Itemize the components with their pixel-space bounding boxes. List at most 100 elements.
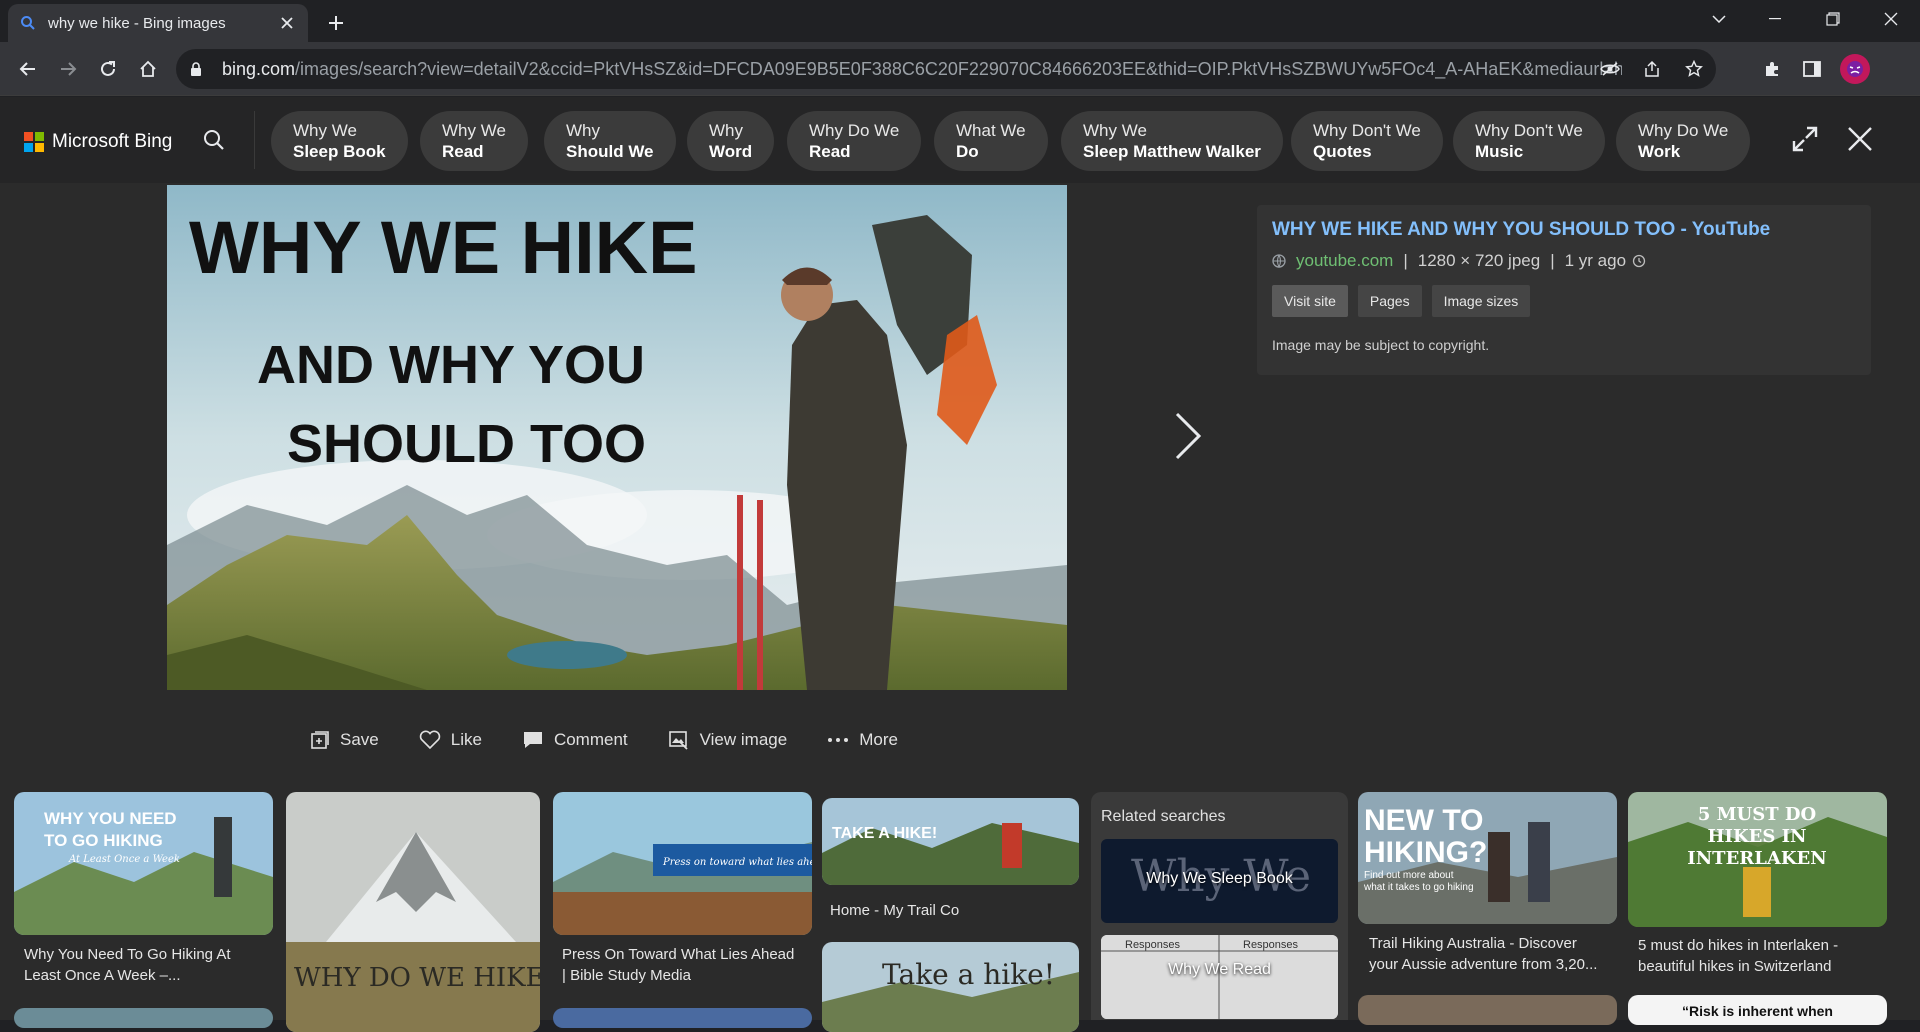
history-clock-icon <box>1632 254 1646 268</box>
browser-toolbar: bing.com/images/search?view=detailV2&cci… <box>0 42 1920 96</box>
divider <box>254 111 255 169</box>
related-tile-why-we-read[interactable]: Responses Responses Why We Read <box>1101 935 1338 1019</box>
restore-window-icon[interactable] <box>1810 0 1856 38</box>
thumbnail-take-a-hike-2[interactable]: Take a hike! <box>822 942 1079 1032</box>
minimize-window-icon[interactable] <box>1752 0 1798 38</box>
t4-image-text: TAKE A HIKE! <box>832 825 937 842</box>
save-button[interactable]: Save <box>310 730 379 750</box>
visit-site-button[interactable]: Visit site <box>1272 285 1348 317</box>
thumbnail-partial-3[interactable] <box>1358 995 1617 1025</box>
next-image-chevron-icon[interactable] <box>1168 408 1208 464</box>
forward-arrow-icon[interactable] <box>54 55 82 83</box>
close-window-icon[interactable] <box>1868 0 1914 38</box>
pages-button[interactable]: Pages <box>1357 285 1422 317</box>
address-bar[interactable]: bing.com/images/search?view=detailV2&cci… <box>176 49 1716 89</box>
t8-image-text: “Risk is inherent when <box>1682 1003 1833 1019</box>
t7-image-text-3: INTERLAKEN <box>1687 848 1826 869</box>
share-icon[interactable] <box>1640 57 1664 81</box>
t7-image-text-2: HIKES IN <box>1708 826 1807 847</box>
side-panel-icon[interactable] <box>1798 55 1826 83</box>
browser-tab-active[interactable]: why we hike - Bing images <box>8 4 308 42</box>
related-tile-why-we-sleep-book[interactable]: Why We Why We Sleep Book <box>1101 839 1338 923</box>
related-chip-5[interactable]: Why Do We Read <box>787 111 922 171</box>
browser-tab-bar: why we hike - Bing images <box>0 0 1920 42</box>
t3-image-text: Press on toward what lies ahead! <box>662 857 812 868</box>
main-image[interactable]: WHY WE HIKE AND WHY YOU SHOULD TOO <box>167 185 1067 690</box>
expand-icon[interactable] <box>1787 121 1823 157</box>
brand-name: Microsoft Bing <box>52 131 173 152</box>
related-chip-4[interactable]: Why Word <box>687 111 775 171</box>
thumbnail-why-you-need-to-go-hiking[interactable]: WHY YOU NEED TO GO HIKING At Least Once … <box>14 792 273 935</box>
related-chip-6[interactable]: What We Do <box>934 111 1048 171</box>
extensions-puzzle-icon[interactable] <box>1758 55 1786 83</box>
related-chip-10[interactable]: Why Do We Work <box>1616 111 1751 171</box>
image-info-panel: WHY WE HIKE AND WHY YOU SHOULD TOO - You… <box>1257 205 1871 375</box>
like-button[interactable]: Like <box>419 730 482 750</box>
thumbnail-caption-3[interactable]: Press On Toward What Lies Ahead | Bible S… <box>562 944 794 986</box>
related-chip-8[interactable]: Why Don't We Quotes <box>1291 111 1443 171</box>
home-icon[interactable] <box>134 55 162 83</box>
thumbnail-caption-4[interactable]: Home - My Trail Co <box>830 900 959 921</box>
image-title-link[interactable]: WHY WE HIKE AND WHY YOU SHOULD TOO - You… <box>1272 219 1856 241</box>
related-chip-7[interactable]: Why We Sleep Matthew Walker <box>1061 111 1283 171</box>
search-icon[interactable] <box>196 122 232 158</box>
thumbnail-caption-7[interactable]: 5 must do hikes in Interlaken - beautiful… <box>1638 935 1838 977</box>
image-meta: youtube.com | 1280 × 720 jpeg | 1 yr ago <box>1272 251 1856 271</box>
back-arrow-icon[interactable] <box>14 55 42 83</box>
url-text[interactable]: bing.com/images/search?view=detailV2&cci… <box>222 59 1622 80</box>
related-chip-3[interactable]: Why Should We <box>544 111 676 171</box>
thumbnail-press-on-toward[interactable]: Press on toward what lies ahead! <box>553 792 812 935</box>
source-domain-link[interactable]: youtube.com <box>1296 251 1393 271</box>
thumbnail-new-to-hiking[interactable]: NEW TO HIKING? Find out more about what … <box>1358 792 1617 924</box>
main-image-headline-1: WHY WE HIKE <box>189 206 697 289</box>
thumbnail-take-a-hike[interactable]: TAKE A HIKE! <box>822 798 1079 885</box>
thumbnail-caption-1[interactable]: Why You Need To Go Hiking At Least Once A… <box>24 944 231 986</box>
globe-icon <box>1272 254 1286 268</box>
image-action-bar: Save Like Comment View image More <box>310 730 898 750</box>
related-searches-panel: Related searches Why We Why We Sleep Boo… <box>1091 792 1348 1020</box>
image-sizes-button[interactable]: Image sizes <box>1431 285 1531 317</box>
thumbnail-interlaken[interactable]: 5 MUST DO HIKES IN INTERLAKEN <box>1628 792 1887 927</box>
comment-icon <box>523 732 542 748</box>
close-icon[interactable] <box>1842 121 1878 157</box>
thumbnail-caption-6[interactable]: Trail Hiking Australia - Discover your Au… <box>1369 933 1597 975</box>
view-image-button[interactable]: View image <box>668 730 787 750</box>
save-add-icon <box>311 731 329 749</box>
t2-image-text: WHY DO WE HIKE? <box>294 963 540 993</box>
t1-image-text-3: At Least Once a Week <box>68 854 180 865</box>
tracking-blocked-eye-icon[interactable] <box>1598 57 1622 81</box>
bing-header: Microsoft Bing Why We Sleep Book Why We Re… <box>0 97 1920 183</box>
thumbnail-partial[interactable] <box>14 1008 273 1028</box>
related-chip-1[interactable]: Why We Sleep Book <box>271 111 408 171</box>
bing-search-favicon-icon <box>20 15 36 31</box>
profile-avatar[interactable] <box>1840 54 1870 84</box>
image-dimensions: 1280 × 720 jpeg <box>1417 251 1541 270</box>
t7-image-text-1: 5 MUST DO <box>1698 804 1816 825</box>
t1-image-text-1: WHY YOU NEED <box>44 809 177 828</box>
heart-icon <box>419 730 440 750</box>
thumbnail-risk-quote[interactable]: “Risk is inherent when <box>1628 995 1887 1025</box>
related-chip-2[interactable]: Why We Read <box>420 111 528 171</box>
scrollbar-track[interactable] <box>1898 183 1920 1020</box>
microsoft-logo-icon <box>24 132 44 152</box>
tab-title: why we hike - Bing images <box>48 14 226 32</box>
reload-icon[interactable] <box>94 55 122 83</box>
thumbnail-partial-2[interactable] <box>553 1008 812 1028</box>
bookmark-star-icon[interactable] <box>1682 57 1706 81</box>
t6-image-text-1: NEW TO <box>1364 804 1483 837</box>
microsoft-bing-logo[interactable]: Microsoft Bing <box>24 131 172 153</box>
lock-icon[interactable] <box>190 61 206 77</box>
comment-button[interactable]: Comment <box>522 730 628 750</box>
thumbnail-why-do-we-hike[interactable]: WHY DO WE HIKE? <box>286 792 540 1032</box>
view-image-icon <box>668 731 688 750</box>
new-tab-button[interactable] <box>322 9 350 37</box>
t6-image-text-2: HIKING? <box>1364 836 1487 869</box>
related-2-col1: Responses <box>1125 939 1181 951</box>
main-image-headline-3: SHOULD TOO <box>287 414 646 474</box>
close-tab-icon[interactable] <box>278 14 296 32</box>
t1-image-text-2: TO GO HIKING <box>44 831 163 850</box>
image-age: 1 yr ago <box>1564 251 1627 270</box>
related-chip-9[interactable]: Why Don't We Music <box>1453 111 1605 171</box>
more-button[interactable]: More <box>827 730 898 750</box>
tab-search-chevron-icon[interactable] <box>1696 0 1742 38</box>
